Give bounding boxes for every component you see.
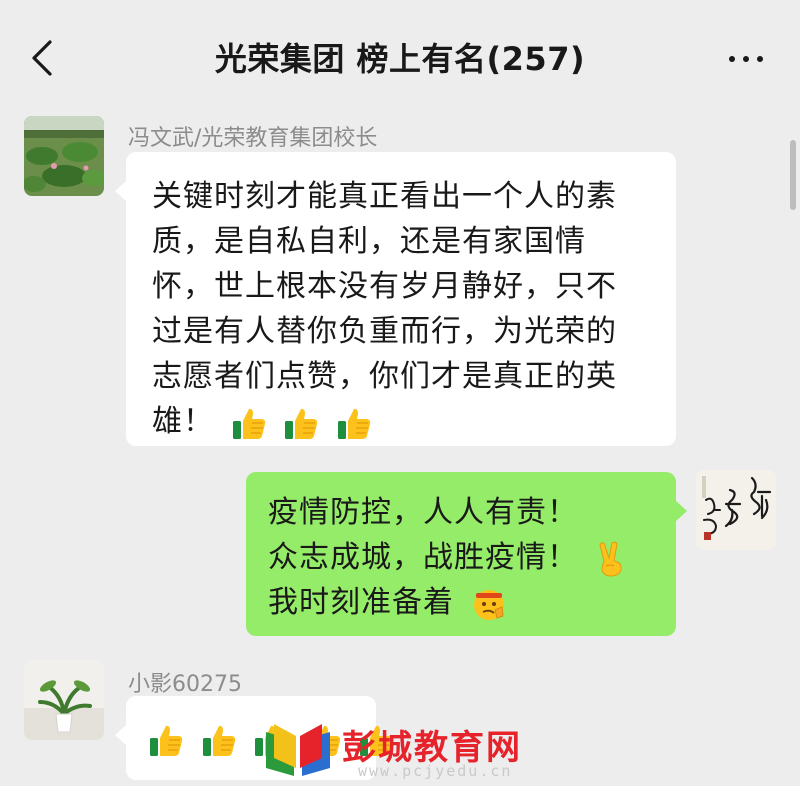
sender-name: 小影60275	[128, 672, 242, 697]
message-line: 我时刻准备着	[268, 580, 654, 625]
chat-title: 光荣集团 榜上有名(257)	[214, 40, 586, 78]
avatar-plant-vase[interactable]	[24, 660, 104, 740]
scrollbar[interactable]	[790, 140, 796, 210]
plant-vase-avatar	[24, 660, 104, 740]
thumbs-up-icon	[336, 405, 372, 441]
watermark-url: www.pcjyedu.cn	[358, 762, 513, 780]
message-line: 众志成城，战胜疫情！	[268, 535, 654, 580]
sender-name: 冯文武/光荣教育集团校长	[128, 126, 378, 151]
thumbs-up-icon	[201, 722, 237, 758]
saluting-face-icon	[471, 586, 507, 622]
message-line: 质，是自私自利，还是有家国情	[152, 224, 586, 259]
thumbs-up-icon	[358, 722, 394, 758]
message-line: 过是有人替你负重而行，为光荣的	[152, 314, 617, 349]
calligraphy-avatar	[696, 470, 776, 550]
message-line: 关键时刻才能真正看出一个人的素	[152, 179, 617, 214]
message-bubble[interactable]	[115, 696, 393, 780]
avatar-lotus-pond[interactable]	[24, 116, 104, 196]
message-line: 怀，世上根本没有岁月静好，只不	[152, 269, 617, 304]
thumbs-up-icon	[306, 722, 342, 758]
victory-hand-icon	[595, 541, 627, 577]
avatar-calligraphy[interactable]	[696, 470, 776, 550]
message-line: 疫情防控，人人有责！	[268, 495, 578, 530]
message-line-text: 我时刻准备着	[268, 585, 454, 620]
thumbs-up-icon	[283, 405, 319, 441]
message-line-last: 雄！	[152, 399, 650, 444]
thumbs-up-icon	[253, 722, 289, 758]
emoji-line	[148, 716, 393, 761]
back-button[interactable]	[22, 36, 62, 80]
thumbs-up-icon	[231, 405, 267, 441]
thumbs-up-icon	[148, 722, 184, 758]
message-line: 志愿者们点赞，你们才是真正的英	[152, 359, 617, 394]
message-line-text: 雄！	[152, 404, 214, 439]
message-bubble-outgoing[interactable]: 疫情防控，人人有责！ 众志成城，战胜疫情！ 我时刻准备着	[246, 472, 687, 636]
more-dots-icon	[729, 56, 735, 62]
chevron-left-icon	[32, 40, 52, 76]
chat-header: 光荣集团 榜上有名(257)	[0, 0, 800, 118]
lotus-pond-avatar	[24, 116, 104, 196]
more-button[interactable]	[722, 44, 770, 74]
message-bubble[interactable]: 关键时刻才能真正看出一个人的素 质，是自私自利，还是有家国情 怀，世上根本没有岁…	[115, 152, 676, 446]
message-line-text: 众志成城，战胜疫情！	[268, 540, 578, 575]
